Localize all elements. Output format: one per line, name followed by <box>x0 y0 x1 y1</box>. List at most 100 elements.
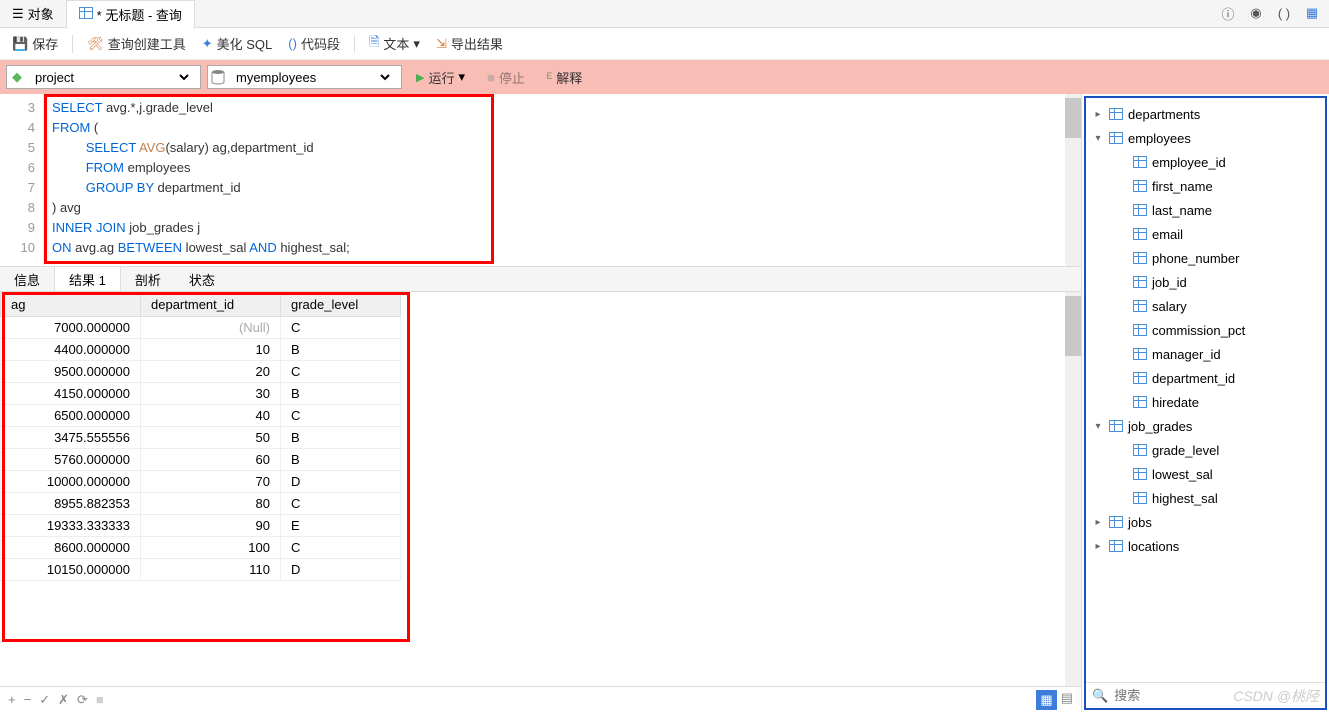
table-row[interactable]: 6500.00000040C <box>1 405 401 427</box>
snippet-button[interactable]: () 代码段 <box>282 32 346 55</box>
chevron-down-icon: ▾ <box>413 36 420 52</box>
sql-editor[interactable]: 345678910 SELECT avg.*,j.grade_level FRO… <box>0 94 1081 266</box>
save-button[interactable]: 💾 保存 <box>6 32 64 55</box>
table-row[interactable]: 4150.00000030B <box>1 383 401 405</box>
chevron-down-icon: ▾ <box>1092 421 1104 432</box>
grid-statusbar: + − ✓ ✗ ⟳ ■ ▦ ▤ <box>0 686 1081 712</box>
tree-column[interactable]: hiredate <box>1088 390 1323 414</box>
form-view-icon[interactable]: ▤ <box>1061 690 1073 710</box>
table-row[interactable]: 8600.000000100C <box>1 537 401 559</box>
table-row[interactable]: 19333.33333390E <box>1 515 401 537</box>
tab-status[interactable]: 状态 <box>175 267 229 291</box>
col-dept[interactable]: department_id <box>141 293 281 317</box>
tree-column[interactable]: first_name <box>1088 174 1323 198</box>
table-row[interactable]: 10000.00000070D <box>1 471 401 493</box>
beautify-button[interactable]: ✦ 美化 SQL <box>196 32 279 55</box>
editor-scrollbar[interactable] <box>1065 94 1081 266</box>
tab-profile[interactable]: 剖析 <box>121 267 175 291</box>
schema-tree[interactable]: ▸ departments ▾ employees employee_idfir… <box>1086 98 1325 682</box>
plug-icon: ◆ <box>7 69 27 85</box>
code-area[interactable]: SELECT avg.*,j.grade_level FROM ( SELECT… <box>44 94 1081 266</box>
stop-icon[interactable]: ■ <box>96 692 104 707</box>
tree-column[interactable]: salary <box>1088 294 1323 318</box>
parens-icon[interactable]: ( ) <box>1275 4 1293 22</box>
tree-column[interactable]: grade_level <box>1088 438 1323 462</box>
table-row[interactable]: 10150.000000110D <box>1 559 401 581</box>
tree-label: email <box>1152 227 1183 242</box>
tab-objects[interactable]: ☰ 对象 <box>0 0 66 27</box>
connection-select[interactable]: project <box>27 66 192 88</box>
tree-column[interactable]: last_name <box>1088 198 1323 222</box>
database-dropdown[interactable]: myemployees <box>207 65 402 89</box>
tab-info[interactable]: 信息 <box>0 267 54 291</box>
tree-column[interactable]: email <box>1088 222 1323 246</box>
label: 运行 <box>428 68 454 87</box>
database-select[interactable]: myemployees <box>228 66 393 88</box>
main-toolbar: 💾 保存 🛠 查询创建工具 ✦ 美化 SQL () 代码段 🗎 文本 ▾ ⇲ 导… <box>0 28 1329 60</box>
tree-column[interactable]: phone_number <box>1088 246 1323 270</box>
export-button[interactable]: ⇲ 导出结果 <box>430 32 509 55</box>
chevron-right-icon: ▸ <box>1092 541 1104 552</box>
tree-column[interactable]: job_id <box>1088 270 1323 294</box>
add-row-icon[interactable]: + <box>8 692 16 707</box>
tree-table-locations[interactable]: ▸ locations <box>1088 534 1323 558</box>
db-icon <box>208 69 228 85</box>
cancel-icon[interactable]: ✗ <box>58 692 69 708</box>
table-row[interactable]: 9500.00000020C <box>1 361 401 383</box>
delete-row-icon[interactable]: − <box>24 692 32 707</box>
eye-icon[interactable]: ◉ <box>1247 4 1265 22</box>
tree-label: commission_pct <box>1152 323 1245 338</box>
table-row[interactable]: 3475.55555650B <box>1 427 401 449</box>
stop-button[interactable]: ■ 停止 <box>479 66 533 89</box>
col-ag[interactable]: ag <box>1 293 141 317</box>
tree-label: salary <box>1152 299 1187 314</box>
tree-table-departments[interactable]: ▸ departments <box>1088 102 1323 126</box>
table-icon <box>1108 107 1124 121</box>
tab-query[interactable]: * 无标题 - 查询 <box>66 0 195 29</box>
top-right-icons: ⓘ ◉ ( ) ▦ <box>1219 4 1321 22</box>
query-icon <box>79 7 93 22</box>
tab-results[interactable]: 结果 1 <box>54 267 121 291</box>
grid-view-icon[interactable]: ▦ <box>1036 690 1056 710</box>
tab-label: 对象 <box>28 4 54 23</box>
label: 查询创建工具 <box>108 34 186 53</box>
tree-table-employees[interactable]: ▾ employees <box>1088 126 1323 150</box>
query-builder-button[interactable]: 🛠 查询创建工具 <box>81 32 192 55</box>
column-icon <box>1132 443 1148 457</box>
label: 解释 <box>556 68 582 87</box>
tree-label: last_name <box>1152 203 1212 218</box>
tree-column[interactable]: lowest_sal <box>1088 462 1323 486</box>
tree-label: locations <box>1128 539 1179 554</box>
search-icon: 🔍 <box>1092 688 1108 704</box>
info-icon[interactable]: ⓘ <box>1219 4 1237 22</box>
run-button[interactable]: ▶ 运行 ▾ <box>408 66 473 89</box>
text-button[interactable]: 🗎 文本 ▾ <box>363 31 426 57</box>
column-icon <box>1132 251 1148 265</box>
tree-table-jobs[interactable]: ▸ jobs <box>1088 510 1323 534</box>
col-grade[interactable]: grade_level <box>281 293 401 317</box>
apply-icon[interactable]: ✓ <box>39 692 50 708</box>
label: 美化 SQL <box>217 34 273 53</box>
table-row[interactable]: 7000.000000(Null)C <box>1 317 401 339</box>
tree-table-job-grades[interactable]: ▾ job_grades <box>1088 414 1323 438</box>
table-row[interactable]: 8955.88235380C <box>1 493 401 515</box>
refresh-icon[interactable]: ⟳ <box>77 692 88 708</box>
separator <box>72 35 73 53</box>
table-row[interactable]: 5760.00000060B <box>1 449 401 471</box>
result-grid[interactable]: ag department_id grade_level 7000.000000… <box>0 292 401 581</box>
tree-column[interactable]: department_id <box>1088 366 1323 390</box>
doc-icon: 🗎 <box>369 33 379 55</box>
tree-column[interactable]: commission_pct <box>1088 318 1323 342</box>
result-grid-wrap: ag department_id grade_level 7000.000000… <box>0 292 1081 686</box>
grid-scrollbar[interactable] <box>1065 292 1081 686</box>
chevron-down-icon: ▾ <box>1092 133 1104 144</box>
search-input[interactable] <box>1114 688 1319 703</box>
tree-column[interactable]: employee_id <box>1088 150 1323 174</box>
connection-dropdown[interactable]: ◆ project <box>6 65 201 89</box>
tree-column[interactable]: highest_sal <box>1088 486 1323 510</box>
wand-icon: ✦ <box>202 36 213 52</box>
tree-column[interactable]: manager_id <box>1088 342 1323 366</box>
explain-button[interactable]: ᴱ 解释 <box>539 66 590 89</box>
table-row[interactable]: 4400.00000010B <box>1 339 401 361</box>
grid-icon[interactable]: ▦ <box>1303 4 1321 22</box>
